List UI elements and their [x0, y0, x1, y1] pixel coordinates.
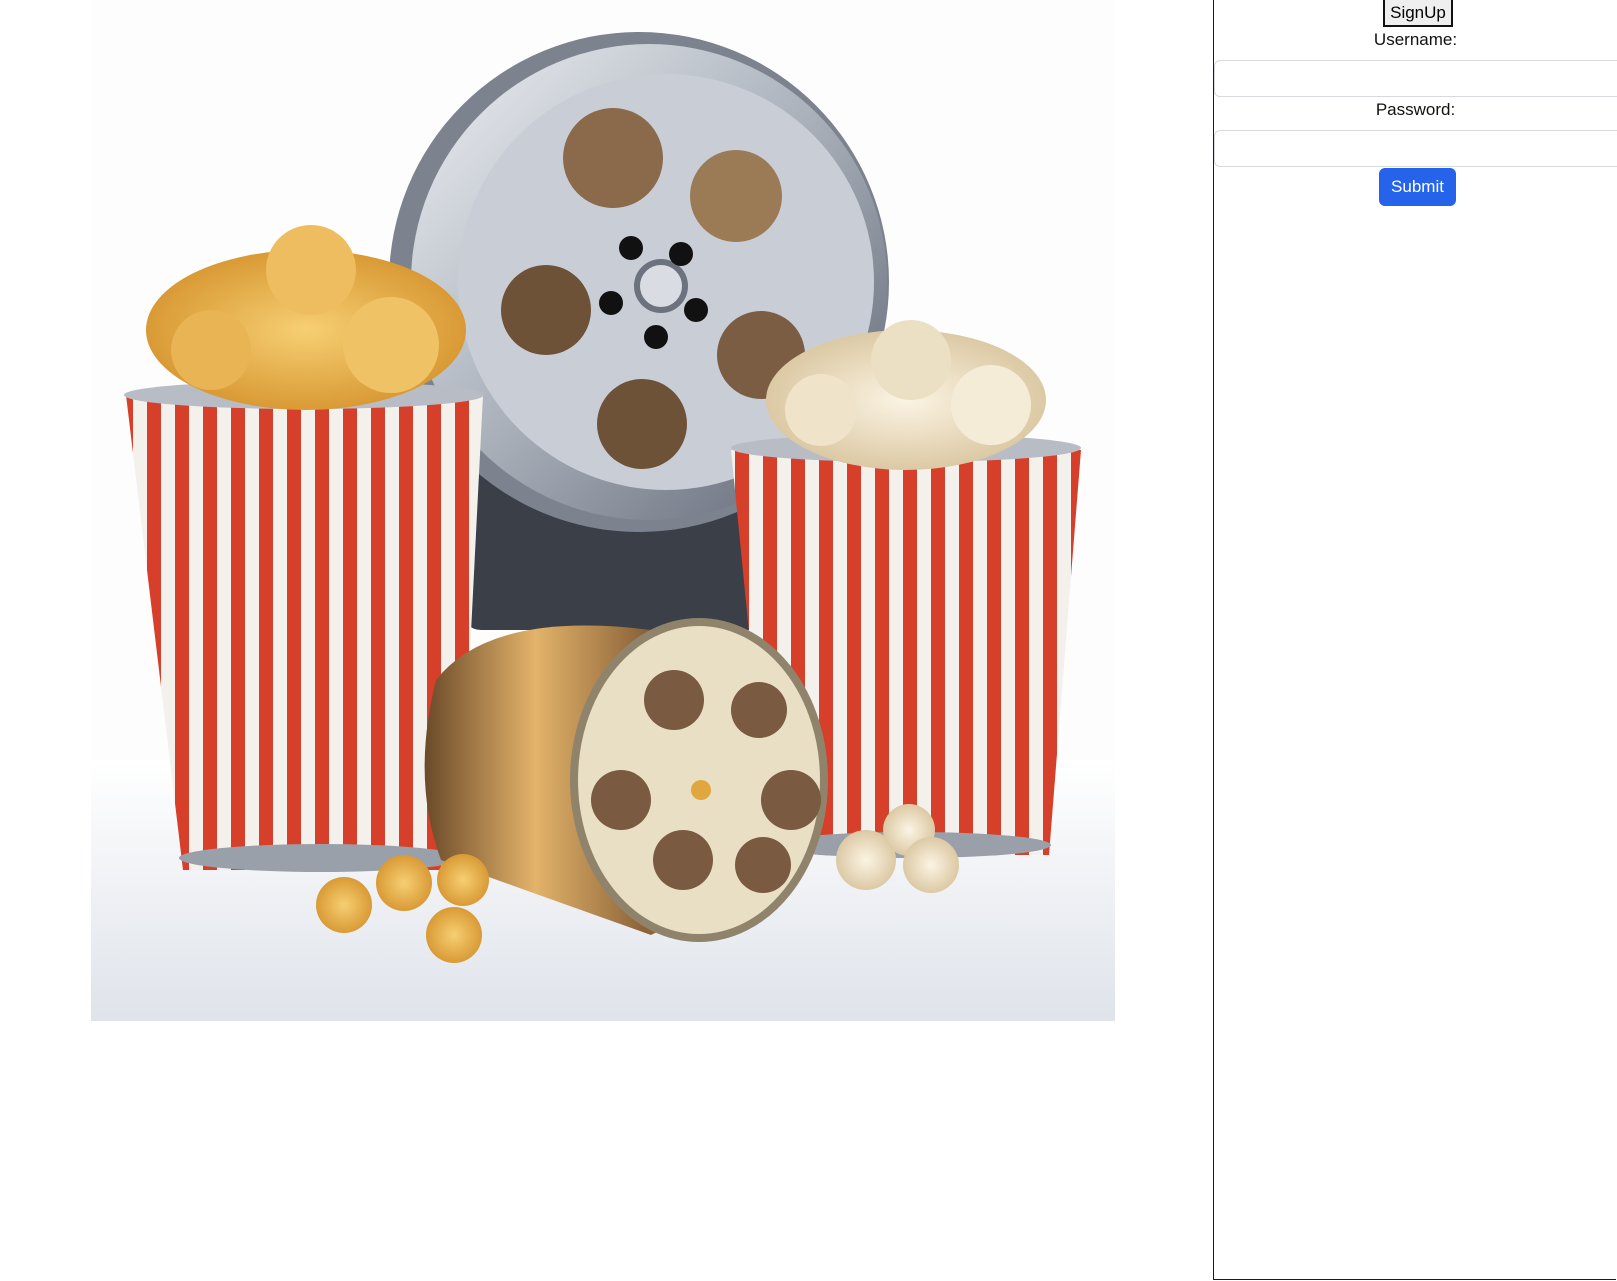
- submit-button[interactable]: Submit: [1379, 168, 1456, 206]
- page: SignUp Username: Password: Submit: [0, 0, 1617, 1281]
- username-label: Username:: [1373, 30, 1458, 49]
- username-field[interactable]: [1214, 60, 1617, 97]
- signup-button[interactable]: SignUp: [1383, 0, 1453, 27]
- hero-image: [91, 0, 1115, 1021]
- password-label: Password:: [1375, 100, 1456, 119]
- signup-panel: SignUp Username: Password: Submit: [1213, 0, 1617, 1280]
- password-field[interactable]: [1214, 130, 1617, 167]
- popcorn-film-reel-illustration: [91, 0, 1115, 1021]
